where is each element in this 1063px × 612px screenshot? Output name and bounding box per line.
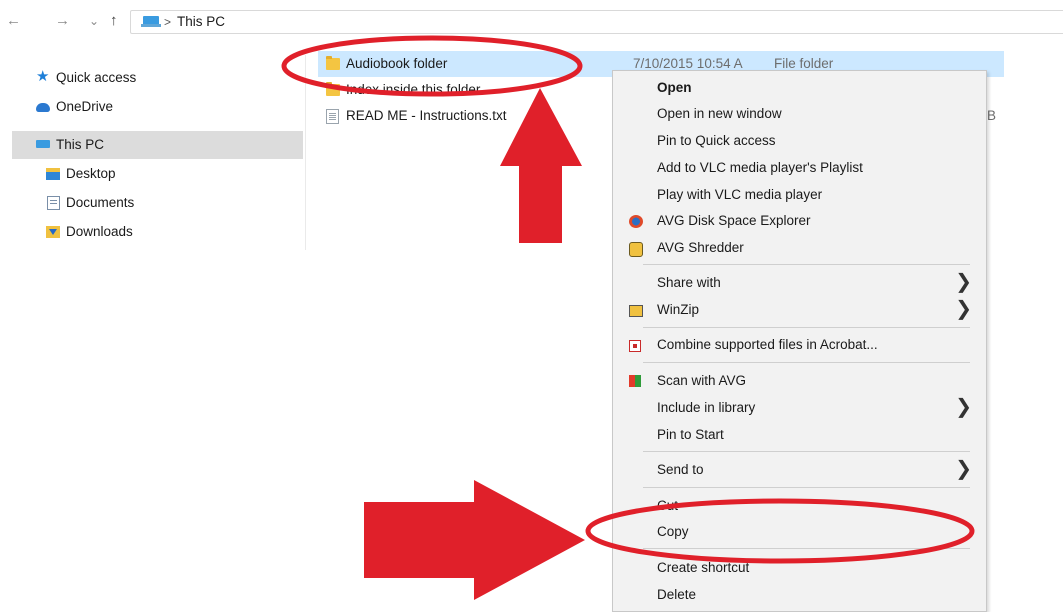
highlight-ellipse-folder	[281, 35, 583, 97]
annotation-layer	[281, 35, 975, 600]
highlight-ellipse-copy	[585, 498, 975, 564]
right-arrow-annotation-icon	[364, 480, 585, 600]
up-arrow-annotation-icon	[500, 88, 582, 243]
